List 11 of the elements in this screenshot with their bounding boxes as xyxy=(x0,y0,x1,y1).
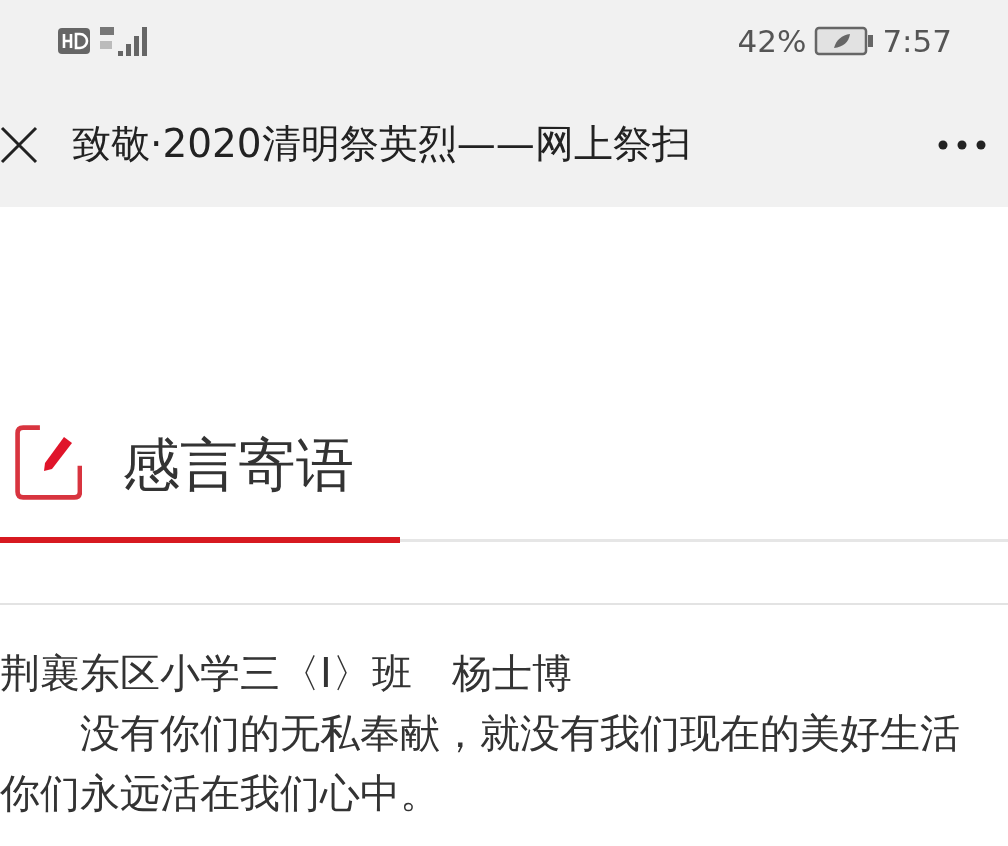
author-line: 荆襄东区小学三〈I〉班 杨士博 xyxy=(0,649,573,698)
close-icon[interactable] xyxy=(0,125,38,164)
page-title: 致敬·2020清明祭英烈——网上祭扫 xyxy=(72,120,691,169)
battery-percent: 42% xyxy=(737,21,807,61)
battery-icon xyxy=(814,26,875,56)
hd-icon xyxy=(58,28,90,54)
message-text: 没有你们的无私奉献，就没有我们现在的美好生活 xyxy=(79,709,961,758)
clock: 7:57 xyxy=(882,21,952,61)
section-title: 感言寄语 xyxy=(122,430,354,501)
more-icon[interactable] xyxy=(938,139,986,150)
message-text: 你们永远活在我们心中。 xyxy=(0,769,441,818)
